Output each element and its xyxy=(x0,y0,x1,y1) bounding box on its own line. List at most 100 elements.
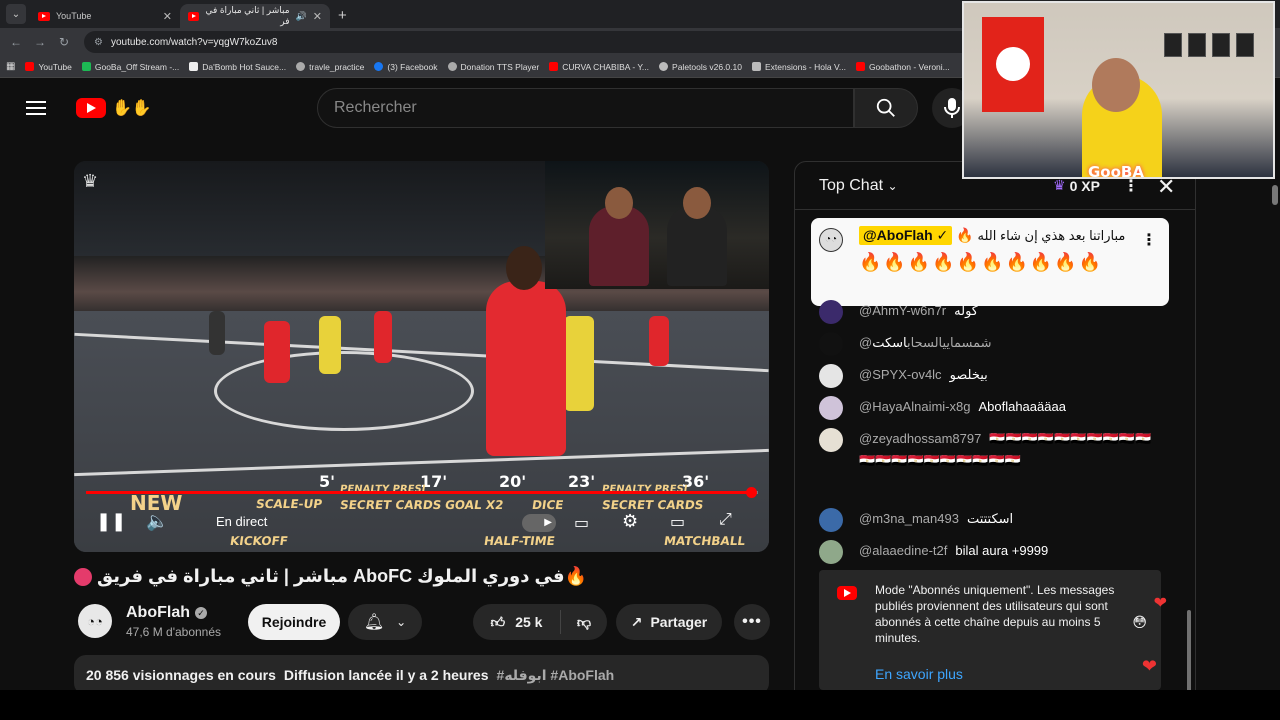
chat-author[interactable]: @AhmY-w6n7r xyxy=(859,303,946,318)
tab-title: YouTube xyxy=(56,11,92,21)
volume-icon[interactable]: 🔈 xyxy=(146,511,168,532)
apps-icon[interactable]: ▦ xyxy=(6,61,15,72)
chat-author[interactable]: @zeyadhossam8797 xyxy=(859,431,981,446)
notice-text: Mode "Abonnés uniquement". Les messages … xyxy=(875,583,1115,645)
channel-avatar[interactable]: ◔◔ xyxy=(78,604,112,638)
tab-live-video[interactable]: مباشر | ثاني مباراة في فر 🔊 ✕ xyxy=(180,4,330,28)
dislike-button[interactable]: 👎︎ xyxy=(561,614,607,631)
progress-bar[interactable] xyxy=(86,487,758,498)
close-tab-icon[interactable]: ✕ xyxy=(163,10,172,23)
chat-text: اسكت xyxy=(872,335,908,350)
chat-message[interactable]: @m3na_man493 اسكتتتت xyxy=(819,508,1169,532)
settings-icon[interactable]: ⚙ xyxy=(622,511,638,532)
chat-message[interactable]: @HayaAlnaimi-x8g Aboflahaaääaa xyxy=(819,396,1169,420)
chat-message[interactable]: @AhmY-w6n7r كوله xyxy=(819,300,1169,324)
tab-search-button[interactable]: ⌄ xyxy=(6,4,26,24)
new-tab-button[interactable]: + xyxy=(338,7,347,24)
channel-name[interactable]: AboFlah ✓ xyxy=(126,604,207,622)
share-button[interactable]: ↗ Partager xyxy=(616,604,722,640)
chat-scrollbar[interactable] xyxy=(1186,220,1192,690)
chat-avatar[interactable] xyxy=(819,300,843,324)
chat-mode-label: Top Chat xyxy=(819,176,884,194)
subtitles-icon[interactable]: ▭ xyxy=(574,513,589,533)
chat-message-body: @zeyadhossam8797 🇪🇬🇪🇬🇪🇬🇪🇬🇪🇬🇪🇬🇪🇬🇪🇬🇪🇬🇪🇬🇪🇬🇪🇬… xyxy=(859,428,1159,472)
chat-text: اسكتتتت xyxy=(966,511,1014,526)
page-scroll-thumb[interactable] xyxy=(1272,185,1278,205)
search-input[interactable]: Rechercher xyxy=(317,88,854,128)
pinned-author-text: @AboFlah xyxy=(863,227,933,243)
youtube-logo[interactable]: ✋✋ xyxy=(76,98,152,118)
live-indicator[interactable]: En direct xyxy=(216,514,267,529)
chat-mode-dropdown[interactable]: Top Chat ⌄ xyxy=(819,177,898,195)
notifications-button[interactable]: 🔔︎ ⌄ xyxy=(348,604,422,640)
chat-text: bilal aura +9999 xyxy=(955,543,1049,558)
more-actions-button[interactable]: ••• xyxy=(734,604,770,640)
like-button[interactable]: 👍︎ 25 k xyxy=(473,610,561,634)
bookmark-item[interactable]: Da'Bomb Hot Sauce... xyxy=(189,62,286,72)
globe-icon xyxy=(447,62,457,71)
fullscreen-icon[interactable]: ⤢ xyxy=(719,511,732,529)
bookmark-item[interactable]: YouTube xyxy=(25,62,72,72)
join-button[interactable]: Rejoindre xyxy=(248,604,340,640)
chat-author[interactable]: @alaaedine-t2f xyxy=(859,543,947,558)
referee xyxy=(209,311,225,355)
menu-icon[interactable] xyxy=(26,101,46,115)
forward-icon[interactable]: → xyxy=(28,35,52,49)
bookmark-item[interactable]: GooBa_Off Stream -... xyxy=(81,62,179,72)
bookmark-item[interactable]: (3) Facebook xyxy=(374,61,438,72)
bookmark-item[interactable]: Goobathon - Veroni... xyxy=(855,62,950,72)
page-scrollbar[interactable] xyxy=(1270,185,1280,690)
hashtags[interactable]: #ابوفله #AboFlah xyxy=(497,667,615,683)
pinned-message[interactable]: ◔◔ @AboFlah ✓ 🔥 مباراتنا بعد هذي إن شاء … xyxy=(811,218,1169,306)
bookmark-label: (3) Facebook xyxy=(387,61,438,72)
pinned-emojis: 🔥🔥🔥🔥🔥🔥🔥🔥🔥🔥 xyxy=(859,252,1104,272)
pause-button[interactable]: ❚❚ xyxy=(96,511,126,532)
chevron-down-icon: ⌄ xyxy=(396,615,407,629)
youtube-icon xyxy=(549,62,559,71)
chat-author[interactable]: @SPYX-ov4lc xyxy=(859,367,942,382)
chat-scroll-thumb[interactable] xyxy=(1187,610,1191,690)
bookmark-item[interactable]: Extensions - Hola V... xyxy=(751,61,846,72)
audio-icon[interactable]: 🔊 xyxy=(296,11,307,22)
puzzle-icon xyxy=(751,62,761,71)
tab-youtube[interactable]: YouTube ✕ xyxy=(30,4,180,28)
chat-author[interactable]: @m3na_man493 xyxy=(859,511,959,526)
description-box[interactable]: 20 856 visionnages en cours Diffusion la… xyxy=(74,655,769,695)
learn-more-link[interactable]: En savoir plus xyxy=(875,666,1145,682)
chat-avatar[interactable] xyxy=(819,396,843,420)
chat-message[interactable]: @شمسماييالسحاباسكت xyxy=(819,332,1169,356)
bookmark-item[interactable]: Donation TTS Player xyxy=(447,62,539,72)
timeline-label: HALF-TIME xyxy=(483,534,556,548)
timeline-minute: 23' xyxy=(568,472,596,491)
theater-mode-icon[interactable]: ▭ xyxy=(670,512,685,532)
chat-author[interactable]: @HayaAlnaimi-x8g xyxy=(859,399,970,414)
chat-text: بيخلصو xyxy=(949,367,988,382)
bookmark-item[interactable]: travle_practice xyxy=(296,62,364,72)
search-button[interactable] xyxy=(854,88,918,128)
chat-avatar[interactable] xyxy=(819,540,843,564)
chat-more-icon[interactable]: ⋮ xyxy=(1123,176,1139,196)
reload-icon[interactable]: ↻ xyxy=(52,35,76,49)
bookmark-label: Extensions - Hola V... xyxy=(764,61,846,72)
chat-avatar[interactable] xyxy=(819,332,843,356)
chat-message[interactable]: @zeyadhossam8797 🇪🇬🇪🇬🇪🇬🇪🇬🇪🇬🇪🇬🇪🇬🇪🇬🇪🇬🇪🇬🇪🇬🇪🇬… xyxy=(819,428,1169,472)
url-field[interactable]: ⚙ youtube.com/watch?v=yqgW7koZuv8 xyxy=(84,31,984,53)
bookmark-item[interactable]: Paletools v26.0.10 xyxy=(659,62,742,72)
channel-name-text: AboFlah xyxy=(126,604,190,621)
chat-avatar[interactable] xyxy=(819,428,843,452)
close-tab-icon[interactable]: ✕ xyxy=(313,10,322,23)
site-info-icon[interactable]: ⚙ xyxy=(94,37,103,48)
xp-badge[interactable]: ♛ 0 XP xyxy=(1053,177,1100,194)
back-icon[interactable]: ← xyxy=(4,35,28,49)
chat-message[interactable]: @SPYX-ov4lc بيخلصو xyxy=(819,364,1169,388)
autoplay-toggle[interactable]: ▶ xyxy=(522,514,556,532)
bookmark-label: Da'Bomb Hot Sauce... xyxy=(202,61,287,72)
chat-avatar[interactable] xyxy=(819,364,843,388)
pinned-more-icon[interactable]: ⋮ xyxy=(1141,230,1157,250)
bookmark-item[interactable]: CURVA CHABIBA - Y... xyxy=(549,62,649,72)
chat-avatar[interactable] xyxy=(819,508,843,532)
bookmark-label: Paletools v26.0.10 xyxy=(672,61,742,72)
pinned-author[interactable]: @AboFlah ✓ xyxy=(859,226,953,245)
chat-message[interactable]: @alaaedine-t2f bilal aura +9999 xyxy=(819,540,1169,564)
video-player[interactable]: ♛ 5' 17' 20' 23' 36' SCALE-UP PENALTY PR… xyxy=(74,161,769,552)
